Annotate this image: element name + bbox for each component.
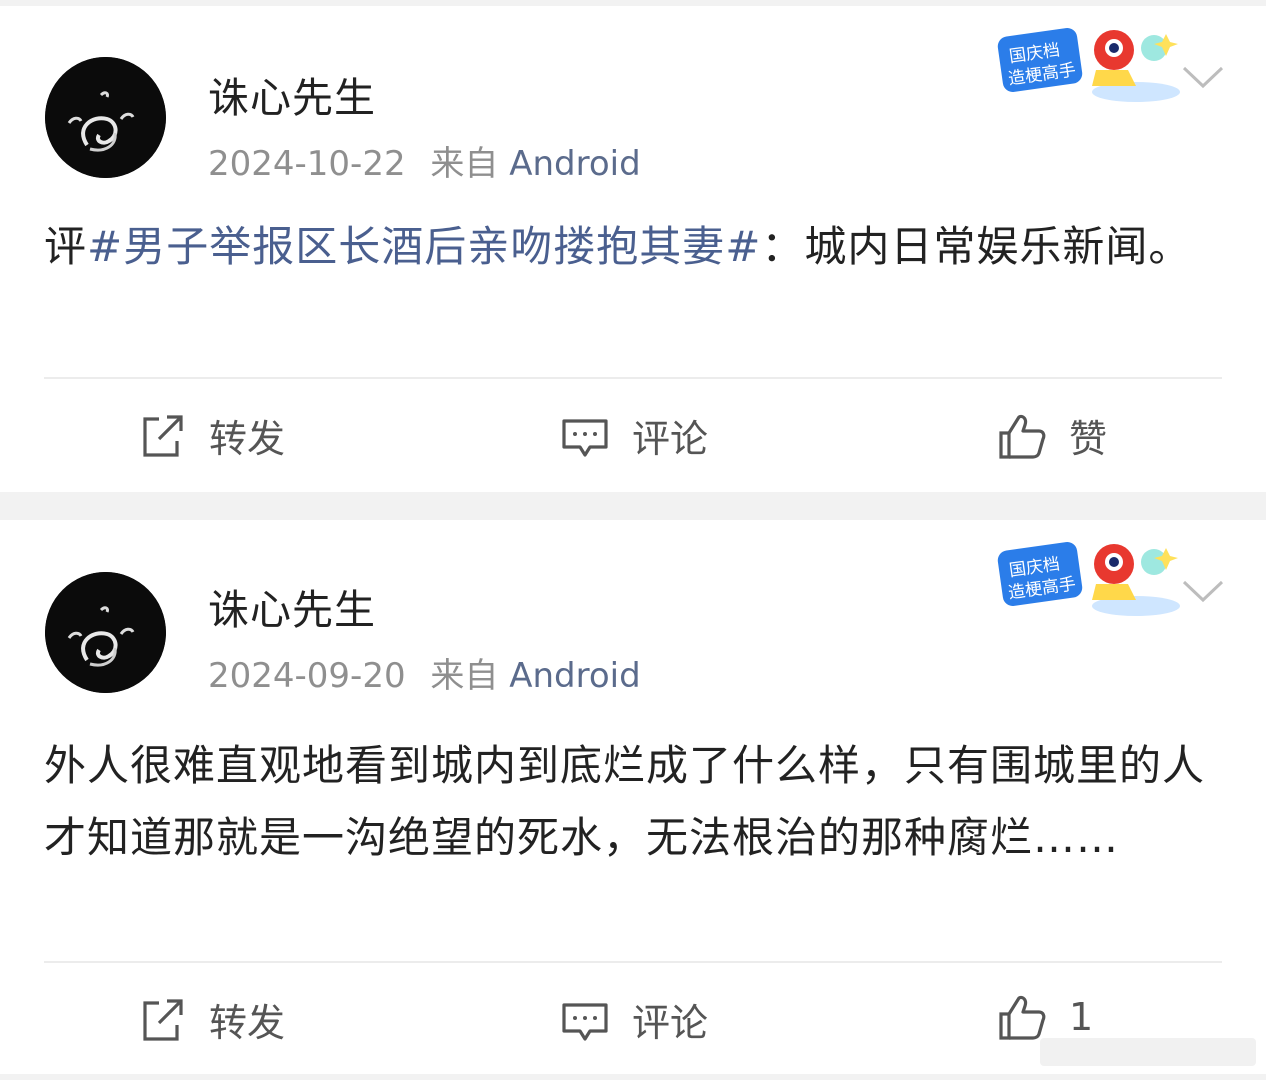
comment-button[interactable]: 评论: [560, 408, 708, 463]
divider: [44, 961, 1222, 963]
avatar[interactable]: [45, 57, 166, 178]
like-count: 1: [1069, 995, 1094, 1039]
post-text-suffix: ：城内日常娱乐新闻。: [761, 222, 1192, 271]
repost-label: 转发: [209, 417, 286, 461]
like-icon: [999, 414, 1046, 459]
comment-button[interactable]: 评论: [560, 992, 708, 1047]
post-meta: 2024-09-20 来自 Android: [208, 648, 641, 697]
avatar-art: [45, 57, 166, 178]
username[interactable]: 诛心先生: [208, 64, 376, 124]
comment-label: 评论: [632, 1001, 709, 1045]
chevron-down-icon[interactable]: [1180, 62, 1226, 92]
post-card: 诛心先生 2024-10-22 来自 Android 国庆档 造梗高手 评#男子…: [0, 6, 1266, 492]
repost-label: 转发: [209, 1001, 286, 1045]
repost-button[interactable]: 转发: [137, 992, 285, 1047]
comment-icon: [562, 418, 608, 457]
hashtag-link[interactable]: #男子举报区长酒后亲吻搂抱其妻#: [87, 222, 761, 271]
chevron-down-icon[interactable]: [1180, 576, 1226, 606]
like-label: 赞: [1069, 417, 1108, 461]
event-badge[interactable]: 国庆档 造梗高手: [996, 528, 1186, 620]
watermark: [1040, 1034, 1256, 1070]
username[interactable]: 诛心先生: [208, 576, 376, 636]
post-text-prefix: 评: [44, 222, 88, 271]
post-meta: 2024-10-22 来自 Android: [208, 136, 641, 185]
repost-button[interactable]: 转发: [137, 408, 285, 463]
repost-icon: [143, 998, 183, 1041]
post-card: 诛心先生 2024-09-20 来自 Android 国庆档 造梗高手 外人很难…: [0, 520, 1266, 1074]
comment-icon: [562, 1002, 608, 1041]
source-prefix: 来自: [430, 656, 499, 696]
post-text: 外人很难直观地看到城内到底烂成了什么样，只有围城里的人才知道那就是一沟绝望的死水…: [44, 741, 1206, 862]
avatar-art: [45, 572, 166, 693]
post-date: 2024-10-22: [208, 144, 406, 184]
like-button[interactable]: 赞: [997, 408, 1107, 463]
comment-label: 评论: [632, 417, 709, 461]
source-prefix: 来自: [430, 144, 499, 184]
source-device: Android: [509, 656, 641, 696]
source-device: Android: [509, 144, 641, 184]
event-badge[interactable]: 国庆档 造梗高手: [996, 14, 1186, 106]
divider: [44, 377, 1222, 379]
repost-icon: [143, 414, 183, 457]
avatar[interactable]: [45, 572, 166, 693]
post-date: 2024-09-20: [208, 656, 406, 696]
post-text: 评#男子举报区长酒后亲吻搂抱其妻#：城内日常娱乐新闻。: [44, 216, 1224, 278]
